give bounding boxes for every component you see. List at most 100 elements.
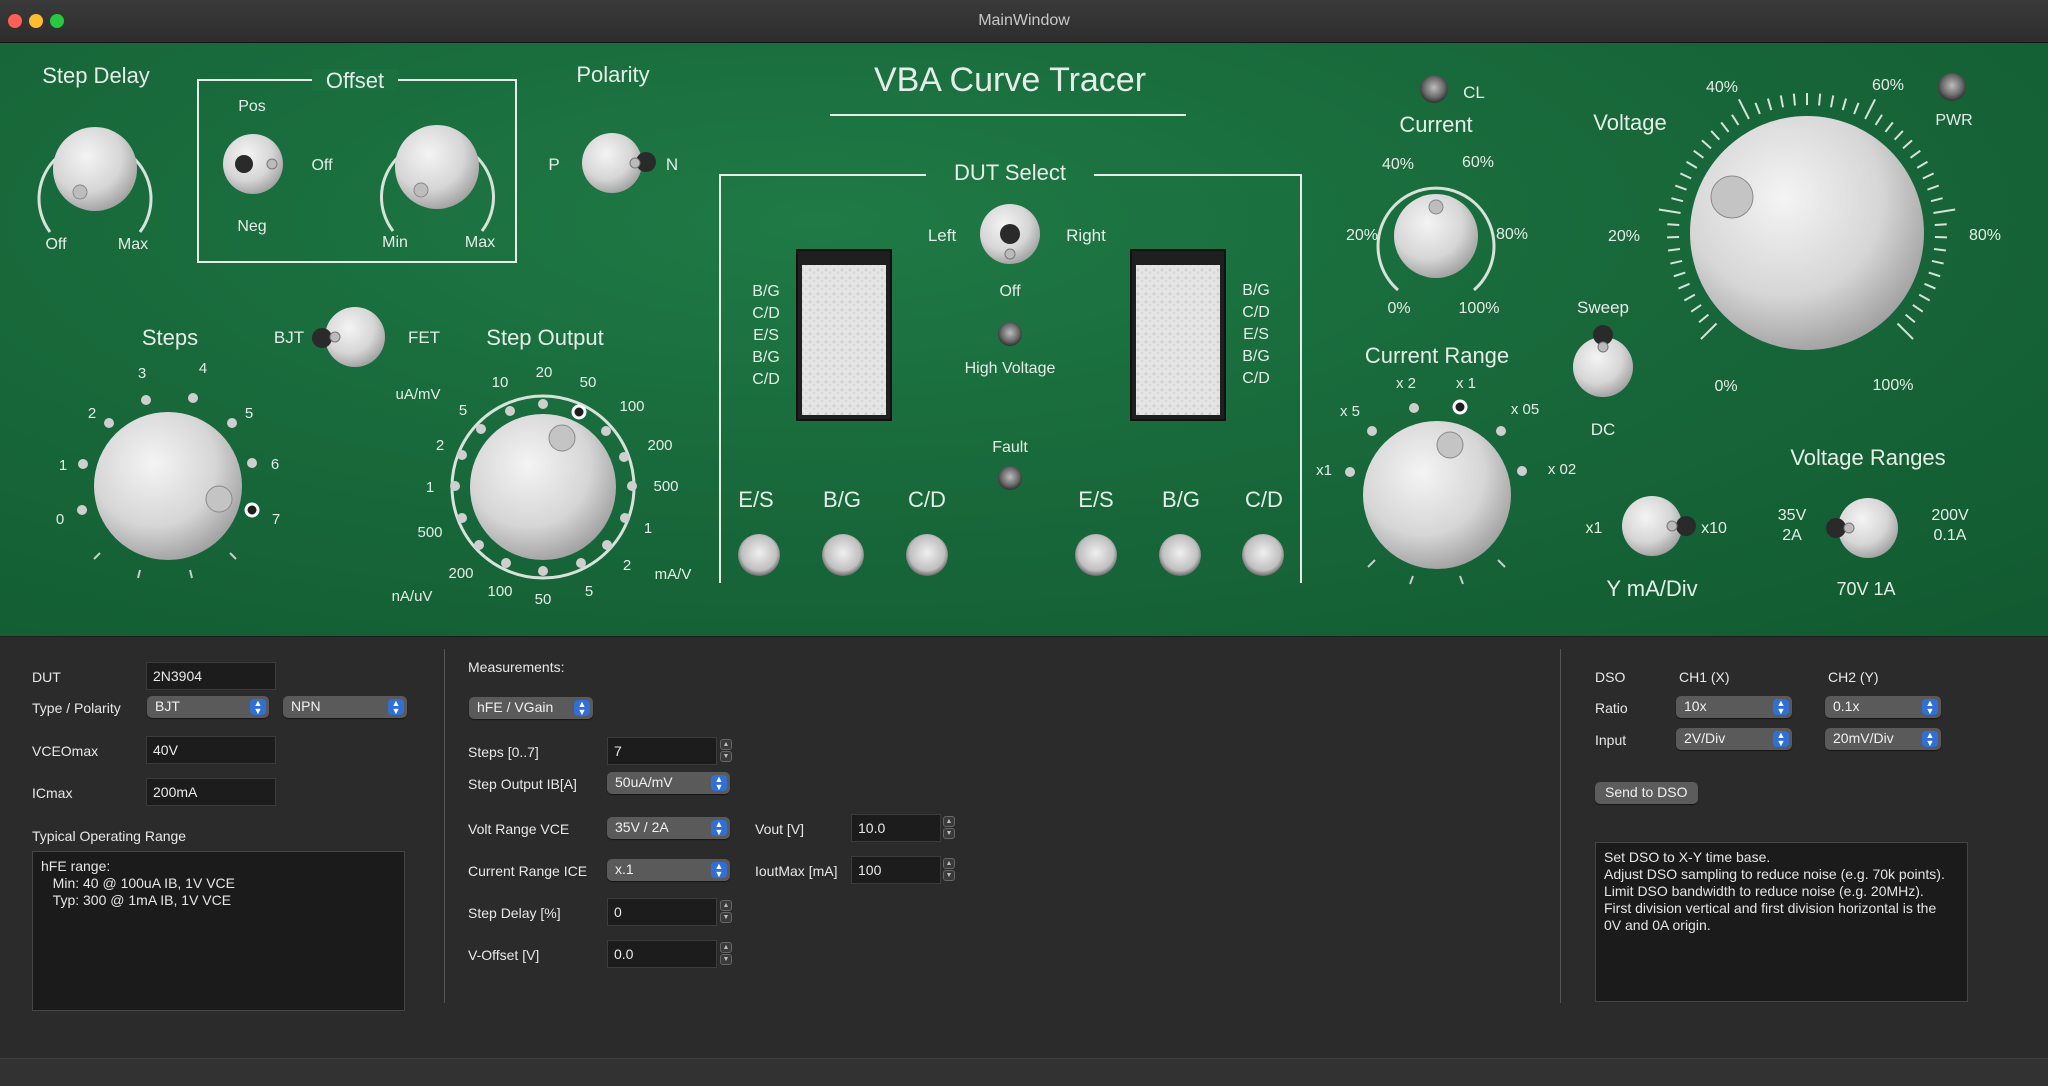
vceo-input[interactable] [146, 736, 276, 764]
current-range-select[interactable]: x.1▲▼ [607, 859, 730, 881]
left-pin-label: C/D [752, 371, 780, 388]
vout-input[interactable] [851, 814, 941, 842]
voltage-tick [1819, 94, 1820, 106]
steps-mark-4: 4 [199, 360, 207, 377]
steps-input[interactable] [607, 737, 717, 765]
current-mark-40: 40% [1382, 156, 1414, 173]
ch2-input-select[interactable]: 20mV/Div▲▼ [1825, 728, 1941, 750]
current-label: Current [1399, 112, 1472, 137]
vout-label: Vout [V] [755, 821, 804, 837]
voltage-tick [1680, 173, 1691, 178]
ch1-input-select[interactable]: 2V/Div▲▼ [1676, 728, 1792, 750]
steps-mark-7: 7 [272, 511, 280, 528]
voltage-tick [1711, 131, 1719, 140]
dso-notes-text[interactable]: Set DSO to X-Y time base. Adjust DSO sam… [1595, 842, 1968, 1002]
offset-off-label: Off [311, 157, 333, 174]
measurement-mode-select[interactable]: hFE / VGain▲▼ [469, 697, 593, 719]
voltage-range-01a-label: 0.1A [1934, 527, 1967, 544]
left-terminal-es-jack[interactable] [738, 534, 780, 576]
chevron-updown-icon: ▲▼ [250, 699, 266, 715]
icmax-input[interactable] [146, 778, 276, 806]
step-delay-input[interactable] [607, 898, 717, 926]
left-terminal-bg-jack[interactable] [822, 534, 864, 576]
ch1-ratio-select[interactable]: 10x▲▼ [1676, 696, 1792, 718]
polarity-select[interactable]: NPN▲▼ [283, 696, 407, 718]
current-range-mark-x2: x 2 [1396, 375, 1416, 392]
left-pin-label: E/S [753, 327, 779, 344]
vout-stepper[interactable]: ▲▼ [943, 816, 955, 840]
ratio-label: Ratio [1595, 700, 1628, 716]
voltage-tick [1668, 249, 1680, 251]
ch2-label: CH2 (Y) [1828, 669, 1879, 685]
voltage-range-2a-label: 2A [1782, 527, 1802, 544]
icmax-label: ICmax [32, 785, 72, 801]
offset-knob[interactable] [395, 125, 479, 209]
left-pin-label: C/D [752, 305, 780, 322]
voltage-tick [1927, 186, 1938, 190]
steps-mark-6: 6 [271, 456, 279, 473]
right-terminal-cd-jack[interactable] [1242, 534, 1284, 576]
voltage-tick [1906, 315, 1915, 323]
voltage-ranges-label: Voltage Ranges [1790, 445, 1945, 470]
controls-area: DUT Type / Polarity BJT▲▼ NPN▲▼ VCEOmax … [0, 637, 2048, 1085]
step-output-knob[interactable] [470, 414, 616, 560]
ch2-ratio-select[interactable]: 0.1x▲▼ [1825, 696, 1941, 718]
voltage-tick [1854, 103, 1858, 114]
current-range-field-label: Current Range ICE [468, 863, 587, 879]
chevron-updown-icon: ▲▼ [1922, 699, 1938, 715]
typical-range-text[interactable]: hFE range: Min: 40 @ 100uA IB, 1V VCE Ty… [32, 851, 405, 1011]
ioutmax-stepper[interactable]: ▲▼ [943, 858, 955, 882]
step-delay-knob[interactable] [53, 127, 137, 211]
steps-stepper[interactable]: ▲▼ [720, 739, 732, 763]
step-output-mark-200-bottom: 200 [448, 565, 473, 582]
current-mark-80: 80% [1496, 226, 1528, 243]
dut-right-label: Right [1066, 226, 1106, 245]
volt-range-select[interactable]: 35V / 2A▲▼ [607, 817, 730, 839]
dut-input[interactable] [146, 662, 276, 690]
cl-label: CL [1463, 83, 1485, 102]
type-select[interactable]: BJT▲▼ [147, 696, 269, 718]
fet-label: FET [408, 328, 440, 347]
voltage-tick [1923, 173, 1934, 178]
step-output-mark-1-left: 1 [426, 479, 434, 496]
left-terminal-cd-jack[interactable] [906, 534, 948, 576]
step-output-select[interactable]: 50uA/mV▲▼ [607, 772, 730, 794]
voltage-range-35v-label: 35V [1778, 507, 1807, 524]
voltage-tick [1843, 99, 1846, 111]
voltage-tick [1931, 198, 1943, 201]
voffset-input[interactable] [607, 940, 717, 968]
voltage-tick [1932, 261, 1944, 264]
send-to-dso-button[interactable]: Send to DSO [1595, 782, 1698, 804]
step-delay-stepper[interactable]: ▲▼ [720, 900, 732, 924]
step-output-mark-10: 10 [492, 374, 509, 391]
input-label: Input [1595, 732, 1626, 748]
current-range-label: Current Range [1365, 343, 1509, 368]
voltage-tick [1935, 224, 1947, 225]
voltage-knob[interactable] [1690, 116, 1924, 350]
voffset-stepper[interactable]: ▲▼ [720, 942, 732, 966]
voltage-tick [1739, 99, 1749, 119]
voltage-label: Voltage [1593, 110, 1666, 135]
chevron-updown-icon: ▲▼ [1773, 699, 1789, 715]
dc-label: DC [1591, 420, 1616, 439]
offset-max-label: Max [465, 234, 495, 251]
current-mark-100: 100% [1459, 300, 1500, 317]
current-mark-0: 0% [1387, 300, 1410, 317]
bjt-label: BJT [274, 328, 304, 347]
voltage-range-200v-label: 200V [1931, 507, 1969, 524]
voltage-tick [1876, 115, 1882, 125]
voltage-tick [1919, 295, 1930, 301]
left-terminal-es-label: E/S [738, 487, 773, 512]
voltage-tick [1686, 162, 1696, 168]
steps-label: Steps [142, 325, 198, 350]
ioutmax-input[interactable] [851, 856, 941, 884]
high-voltage-label: High Voltage [965, 360, 1056, 377]
voltage-tick [1721, 122, 1728, 131]
chevron-updown-icon: ▲▼ [711, 862, 727, 878]
step-output-mark-200: 200 [647, 437, 672, 454]
right-terminal-bg-jack[interactable] [1159, 534, 1201, 576]
voltage-tick [1895, 131, 1903, 140]
step-output-unit-right: mA/V [655, 566, 692, 583]
step-output-mark-50: 50 [580, 374, 597, 391]
right-terminal-es-jack[interactable] [1075, 534, 1117, 576]
